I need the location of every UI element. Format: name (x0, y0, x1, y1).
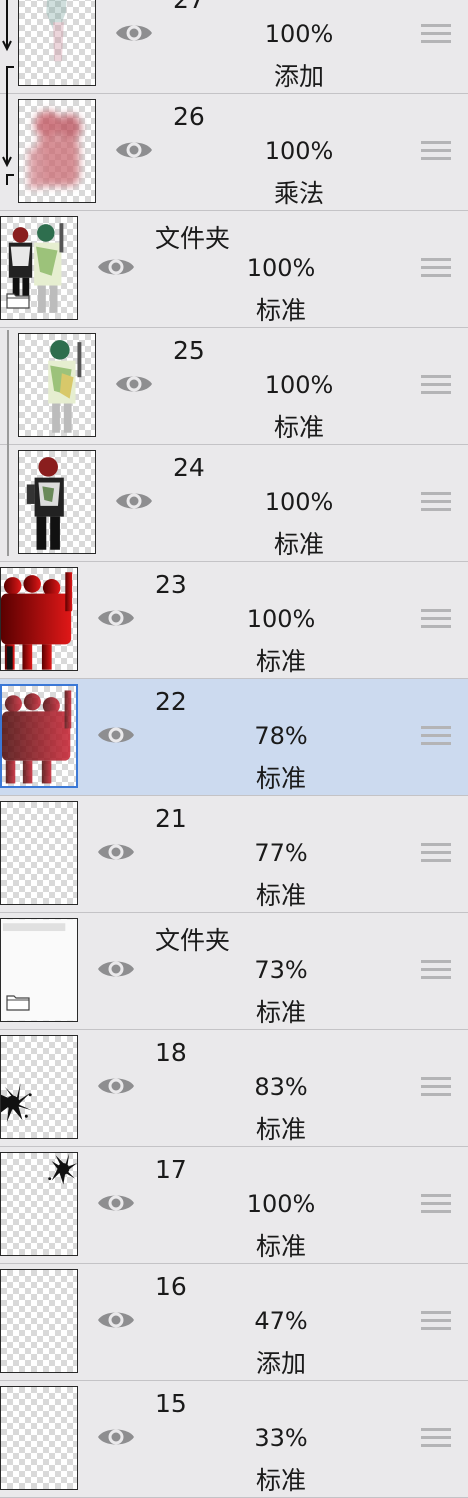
drag-handle-icon[interactable] (421, 1428, 451, 1450)
eye-icon[interactable] (96, 838, 136, 866)
eye-icon[interactable] (96, 721, 136, 749)
layer-thumbnail[interactable] (0, 567, 78, 671)
layer-blend-mode: 添加 (273, 62, 324, 91)
layer-name: 27 (173, 0, 205, 14)
drag-handle-icon[interactable] (421, 492, 451, 514)
layer-row[interactable]: 25 100% 标准 (0, 328, 468, 445)
layer-thumbnail[interactable] (0, 1035, 78, 1139)
drag-handle-icon[interactable] (421, 1194, 451, 1216)
drag-handle-icon[interactable] (421, 258, 451, 280)
folder-indent-line (7, 330, 9, 556)
layer-blend-mode: 标准 (255, 647, 306, 676)
eye-icon[interactable] (114, 487, 154, 515)
eye-icon[interactable] (96, 604, 136, 632)
layer-name: 16 (155, 1272, 187, 1301)
layer-row[interactable]: 17 100% 标准 (0, 1147, 468, 1264)
layer-thumbnail[interactable] (18, 0, 96, 86)
layer-thumbnail[interactable] (18, 99, 96, 203)
layer-opacity: 100% (264, 488, 334, 516)
drag-handle-icon[interactable] (421, 843, 451, 865)
layer-blend-mode: 标准 (255, 764, 306, 793)
layer-opacity: 33% (254, 1424, 308, 1452)
layer-blend-mode: 标准 (273, 413, 324, 442)
eye-icon[interactable] (96, 1189, 136, 1217)
layer-name: 26 (173, 102, 205, 131)
layer-row[interactable]: 文件夹 100% 标准 (0, 211, 468, 328)
layer-opacity: 73% (254, 956, 308, 984)
drag-handle-icon[interactable] (421, 375, 451, 397)
layer-opacity: 78% (254, 722, 308, 750)
layer-thumbnail[interactable] (0, 684, 78, 788)
eye-icon[interactable] (96, 1423, 136, 1451)
layer-row[interactable]: 22 78% 标准 (0, 679, 468, 796)
layer-row[interactable]: 16 47% 添加 (0, 1264, 468, 1381)
layer-blend-mode: 标准 (273, 530, 324, 559)
layer-name: 文件夹 (155, 926, 231, 955)
layer-blend-mode: 标准 (255, 998, 306, 1027)
drag-handle-icon[interactable] (421, 1077, 451, 1099)
layer-row[interactable]: 18 83% 标准 (0, 1030, 468, 1147)
eye-icon[interactable] (114, 136, 154, 164)
layer-blend-mode: 添加 (255, 1349, 306, 1378)
drag-handle-icon[interactable] (421, 609, 451, 631)
drag-handle-icon[interactable] (421, 141, 451, 163)
eye-icon[interactable] (96, 955, 136, 983)
layer-row[interactable]: 15 33% 标准 (0, 1381, 468, 1498)
layer-opacity: 100% (264, 371, 334, 399)
eye-icon[interactable] (114, 19, 154, 47)
layer-name: 文件夹 (155, 224, 231, 253)
layer-thumbnail[interactable] (0, 216, 78, 320)
layer-row[interactable]: 27 100% 添加 (0, 0, 468, 94)
layer-row[interactable]: 23 100% 标准 (0, 562, 468, 679)
layer-name: 21 (155, 804, 187, 833)
layer-thumbnail[interactable] (18, 333, 96, 437)
layer-opacity: 100% (246, 254, 316, 282)
layer-row[interactable]: 24 100% 标准 (0, 445, 468, 562)
layer-opacity: 47% (254, 1307, 308, 1335)
layer-blend-mode: 标准 (255, 1115, 306, 1144)
layer-row[interactable]: 21 77% 标准 (0, 796, 468, 913)
folder-icon (6, 291, 30, 309)
drag-handle-icon[interactable] (421, 1311, 451, 1333)
layer-list: 27 100% 添加 26 100% 乘法文件夹 100% 标准 25 100% 标准 24 100% 标… (0, 0, 468, 1498)
drag-handle-icon[interactable] (421, 960, 451, 982)
layer-name: 25 (173, 336, 205, 365)
clipping-arrow-icon (2, 0, 14, 185)
layer-opacity: 100% (246, 605, 316, 633)
layer-opacity: 100% (264, 20, 334, 48)
folder-icon (6, 993, 30, 1011)
layer-opacity: 100% (264, 137, 334, 165)
drag-handle-icon[interactable] (421, 24, 451, 46)
layer-opacity: 83% (254, 1073, 308, 1101)
layer-blend-mode: 标准 (255, 296, 306, 325)
layer-thumbnail[interactable] (0, 1152, 78, 1256)
layer-thumbnail[interactable] (0, 1269, 78, 1373)
layer-name: 22 (155, 687, 187, 716)
layer-thumbnail[interactable] (0, 1386, 78, 1490)
layer-thumbnail[interactable] (18, 450, 96, 554)
drag-handle-icon[interactable] (421, 726, 451, 748)
eye-icon[interactable] (96, 1306, 136, 1334)
layer-opacity: 77% (254, 839, 308, 867)
layer-name: 15 (155, 1389, 187, 1418)
layer-row[interactable]: 26 100% 乘法 (0, 94, 468, 211)
layer-name: 18 (155, 1038, 187, 1067)
layer-blend-mode: 乘法 (273, 179, 324, 208)
layer-opacity: 100% (246, 1190, 316, 1218)
layer-name: 17 (155, 1155, 187, 1184)
eye-icon[interactable] (114, 370, 154, 398)
layer-name: 24 (173, 453, 205, 482)
eye-icon[interactable] (96, 1072, 136, 1100)
layer-thumbnail[interactable] (0, 801, 78, 905)
layer-blend-mode: 标准 (255, 881, 306, 910)
layer-thumbnail[interactable] (0, 918, 78, 1022)
layer-row[interactable]: 文件夹 73% 标准 (0, 913, 468, 1030)
layer-name: 23 (155, 570, 187, 599)
layer-blend-mode: 标准 (255, 1232, 306, 1261)
layer-blend-mode: 标准 (255, 1466, 306, 1495)
eye-icon[interactable] (96, 253, 136, 281)
